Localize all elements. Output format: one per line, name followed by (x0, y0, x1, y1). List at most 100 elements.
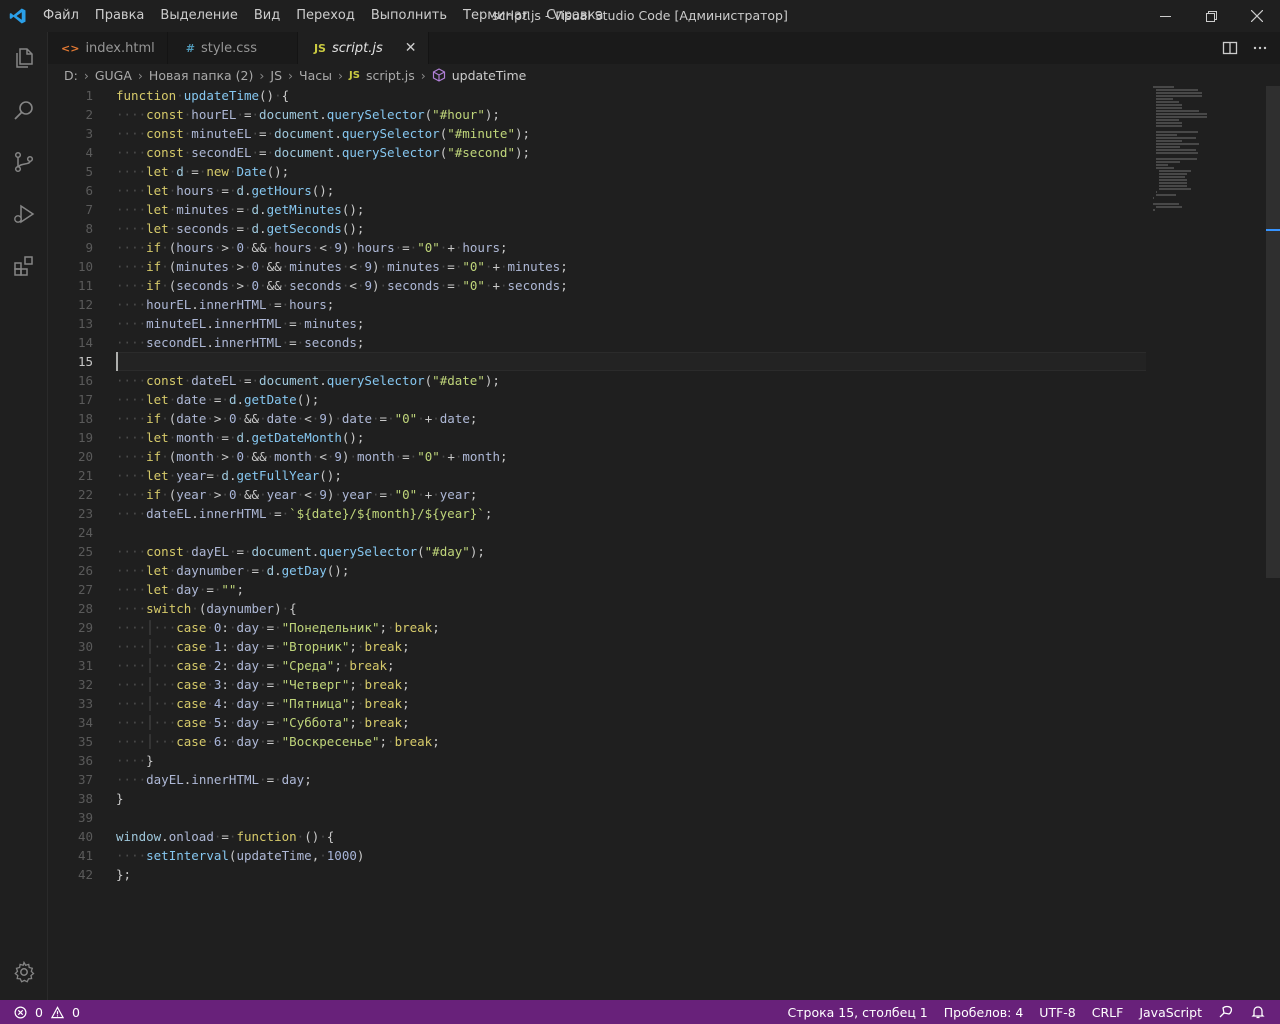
code-line[interactable]: } (116, 789, 568, 808)
manage-button[interactable] (0, 956, 48, 988)
minimap-line (1156, 107, 1183, 109)
code-line[interactable]: ····const·hourEL·=·document.querySelecto… (116, 105, 568, 124)
close-tab-icon[interactable]: ✕ (405, 40, 417, 56)
code-line[interactable]: ····setInterval(updateTime,·1000) (116, 846, 568, 865)
code-line[interactable]: window.onload·=·function·()·{ (116, 827, 568, 846)
line-ending[interactable]: CRLF (1092, 1005, 1124, 1020)
close-window-button[interactable] (1234, 0, 1280, 32)
code-line[interactable]: ····if·(minutes·>·0·&&·minutes·<·9)·minu… (116, 257, 568, 276)
code-line[interactable]: }; (116, 865, 568, 884)
code-line[interactable]: ····const·minuteEL·=·document.querySelec… (116, 124, 568, 143)
minimap-line (1156, 206, 1183, 208)
tab-index-html[interactable]: <> index.html (48, 32, 168, 64)
source-control-icon (14, 151, 34, 173)
encoding[interactable]: UTF-8 (1039, 1005, 1075, 1020)
search-button[interactable] (0, 84, 48, 136)
code-line[interactable]: ····secondEL.innerHTML·=·seconds; (116, 333, 568, 352)
code-line[interactable]: ····dayEL.innerHTML·=·day; (116, 770, 568, 789)
text-cursor (116, 352, 118, 371)
problems-indicator[interactable]: 0 0 (0, 1005, 80, 1020)
restore-button[interactable] (1188, 0, 1234, 32)
code-line[interactable]: ····│···case·2:·day·=·"Среда";·break; (116, 656, 568, 675)
code-line[interactable] (116, 808, 568, 827)
code-line[interactable]: ····} (116, 751, 568, 770)
code-line[interactable]: ····let·daynumber·=·d.getDay(); (116, 561, 568, 580)
line-number: 14 (77, 335, 93, 350)
code-line[interactable]: ····if·(hours·>·0·&&·hours·<·9)·hours·=·… (116, 238, 568, 257)
line-number: 6 (85, 183, 93, 198)
code-line[interactable]: ····switch·(daynumber)·{ (116, 599, 568, 618)
code-line[interactable] (116, 523, 568, 542)
feedback-icon[interactable] (1218, 1004, 1234, 1020)
breadcrumb-item[interactable]: Часы (299, 68, 332, 83)
menu-run[interactable]: Выполнить (363, 0, 455, 32)
minimap-line (1156, 110, 1200, 112)
line-number: 20 (77, 449, 93, 464)
code-line[interactable]: ····let·year=·d.getFullYear(); (116, 466, 568, 485)
code-line[interactable]: ····│···case·5:·day·=·"Суббота";·break; (116, 713, 568, 732)
code-line[interactable]: ····if·(date·>·0·&&·date·<·9)·date·=·"0"… (116, 409, 568, 428)
code-line[interactable]: ····let·hours·=·d.getHours(); (116, 181, 568, 200)
cursor-position[interactable]: Строка 15, столбец 1 (788, 1005, 928, 1020)
code-line[interactable]: ····const·dayEL·=·document.querySelector… (116, 542, 568, 561)
minimap-line (1156, 194, 1176, 196)
indentation[interactable]: Пробелов: 4 (944, 1005, 1024, 1020)
notifications-icon[interactable] (1250, 1004, 1266, 1020)
vertical-scrollbar[interactable] (1266, 86, 1280, 1000)
breadcrumb-item[interactable]: GUGA (95, 68, 132, 83)
title-bar: Файл Правка Выделение Вид Переход Выполн… (0, 0, 1280, 32)
minimap-line (1156, 116, 1207, 118)
code-line[interactable]: ····let·month·=·d.getDateMonth(); (116, 428, 568, 447)
code-line[interactable]: ····│···case·6:·day·=·"Воскресенье";·bre… (116, 732, 568, 751)
minimap-line (1159, 179, 1188, 181)
minimap[interactable] (1153, 86, 1213, 211)
code-line[interactable]: ····let·day·=·""; (116, 580, 568, 599)
code-line[interactable]: ····const·secondEL·=·document.querySelec… (116, 143, 568, 162)
menu-terminal[interactable]: Терминал (455, 0, 538, 32)
minimap-line (1156, 122, 1183, 124)
code-line[interactable]: ····if·(month·>·0·&&·month·<·9)·month·=·… (116, 447, 568, 466)
code-line[interactable]: ····let·date·=·d.getDate(); (116, 390, 568, 409)
code-line[interactable]: ····│···case·4:·day·=·"Пятница";·break; (116, 694, 568, 713)
more-actions-icon[interactable] (1252, 40, 1268, 56)
code-line[interactable]: ····let·minutes·=·d.getMinutes(); (116, 200, 568, 219)
code-line[interactable]: ····let·seconds·=·d.getSeconds(); (116, 219, 568, 238)
code-line[interactable]: function·updateTime()·{ (116, 86, 568, 105)
extensions-button[interactable] (0, 240, 48, 292)
code-line[interactable]: ····const·dateEL·=·document.querySelecto… (116, 371, 568, 390)
code-line[interactable]: ····hourEL.innerHTML·=·hours; (116, 295, 568, 314)
code-line[interactable]: ····│···case·1:·day·=·"Вторник";·break; (116, 637, 568, 656)
error-count: 0 (35, 1004, 43, 1020)
breadcrumb-symbol[interactable]: updateTime (432, 68, 526, 83)
tab-style-css[interactable]: # style.css (167, 32, 298, 64)
code-line[interactable]: ····if·(year·>·0·&&·year·<·9)·year·=·"0"… (116, 485, 568, 504)
code-line[interactable]: ····│···case·3:·day·=·"Четверг";·break; (116, 675, 568, 694)
code-line[interactable]: ····let·d·=·new·Date(); (116, 162, 568, 181)
menu-view[interactable]: Вид (246, 0, 288, 32)
source-control-button[interactable] (0, 136, 48, 188)
breadcrumb-item[interactable]: Новая папка (2) (149, 68, 253, 83)
code-line[interactable] (116, 352, 568, 371)
scrollbar-thumb[interactable] (1266, 86, 1280, 578)
code-line[interactable]: ····│···case·0:·day·=·"Понедельник";·bre… (116, 618, 568, 637)
code-line[interactable]: ····dateEL.innerHTML·=·`${date}/${month}… (116, 504, 568, 523)
code-editor[interactable]: 1 2 3 4 5 6 7 8 9 10 11 12 13 14 15 16 17 18 19 20 21 22 23 24 2… (48, 86, 1280, 1000)
menu-edit[interactable]: Правка (87, 0, 152, 32)
code-lines[interactable]: function·updateTime()·{····const·hourEL·… (116, 86, 568, 884)
tab-script-js[interactable]: JS script.js ✕ (297, 32, 430, 64)
menu-selection[interactable]: Выделение (152, 0, 245, 32)
menu-file[interactable]: Файл (35, 0, 87, 32)
run-debug-button[interactable] (0, 188, 48, 240)
code-line[interactable]: ····if·(seconds·>·0·&&·seconds·<·9)·seco… (116, 276, 568, 295)
breadcrumb-item[interactable]: JS (270, 68, 282, 83)
menu-go[interactable]: Переход (288, 0, 363, 32)
split-editor-icon[interactable] (1222, 40, 1238, 56)
menu-help[interactable]: Справка (538, 0, 611, 32)
line-number: 17 (77, 392, 93, 407)
explorer-button[interactable] (0, 32, 48, 84)
breadcrumb-file[interactable]: JS script.js (349, 68, 415, 83)
code-line[interactable]: ····minuteEL.innerHTML·=·minutes; (116, 314, 568, 333)
minimize-button[interactable] (1142, 0, 1188, 32)
language-mode[interactable]: JavaScript (1139, 1005, 1202, 1020)
breadcrumb-item[interactable]: D: (64, 68, 78, 83)
